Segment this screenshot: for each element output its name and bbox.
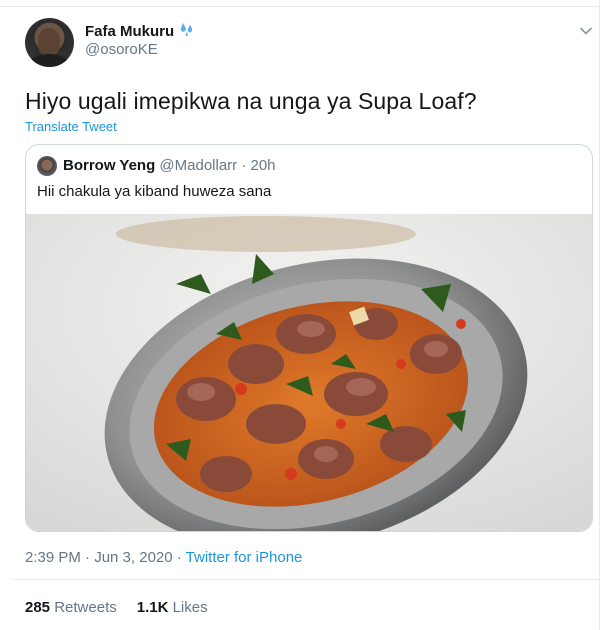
engagement-stats: 285 Retweets 1.1K Likes [25, 599, 208, 616]
translate-tweet-link[interactable]: Translate Tweet [25, 119, 117, 134]
retweets-stat[interactable]: 285 Retweets [25, 599, 117, 616]
retweets-label: Retweets [54, 599, 117, 616]
food-photo[interactable] [26, 214, 593, 532]
quoted-author-avatar[interactable] [37, 156, 57, 176]
footer-divider [12, 579, 599, 580]
likes-count: 1.1K [136, 599, 169, 616]
quoted-tweet-text: Hii chakula ya kiband huweza sana [37, 183, 272, 200]
quoted-author-name[interactable]: Borrow Yeng [63, 157, 155, 174]
likes-stat[interactable]: 1.1K Likes [137, 599, 208, 616]
author-name-row[interactable]: Fafa Mukuru [85, 21, 196, 42]
chevron-down-icon[interactable] [577, 22, 595, 40]
author-handle[interactable]: @osoroKE [85, 41, 158, 58]
quoted-author-meta: @Madollarr · 20h [159, 157, 276, 174]
timestamp-text[interactable]: 2:39 PM · Jun 3, 2020 · [25, 549, 186, 566]
likes-label: Likes [172, 599, 208, 616]
top-divider [0, 6, 599, 7]
author-avatar[interactable] [25, 18, 74, 67]
quoted-author-row: Borrow Yeng @Madollarr · 20h [63, 157, 276, 174]
quoted-tweet[interactable]: Borrow Yeng @Madollarr · 20h Hii chakula… [25, 144, 593, 532]
retweets-count: 285 [25, 599, 51, 616]
source-link[interactable]: Twitter for iPhone [186, 549, 303, 566]
author-display-name[interactable]: Fafa Mukuru [85, 23, 174, 40]
tweet-timestamp: 2:39 PM · Jun 3, 2020 · Twitter for iPho… [25, 549, 302, 566]
tweet-text: Hiyo ugali imepikwa na unga ya Supa Loaf… [25, 88, 477, 114]
raindrops-icon [178, 21, 196, 42]
tweet-card: Fafa Mukuru @osoroKE Hiyo ugali imepikwa… [0, 0, 600, 630]
